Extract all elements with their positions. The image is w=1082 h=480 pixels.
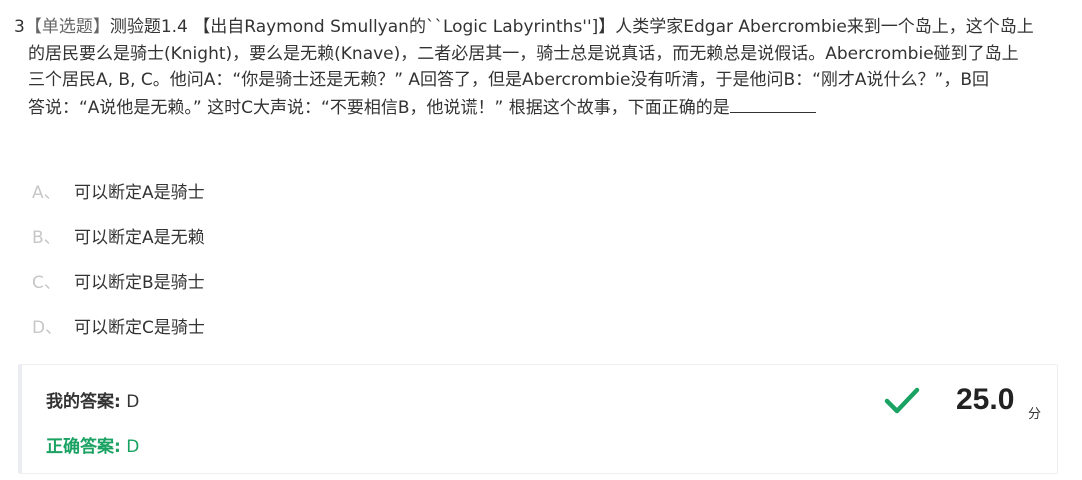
question-line-1: 3【单选题】测验题1.4 【出自Raymond Smullyan的``Logic…	[14, 14, 1054, 41]
question-line-3: 三个居民A, B, C。他问A：“你是骑士还是无赖？” A回答了，但是Aberc…	[28, 70, 990, 90]
option-c-letter: C、	[32, 273, 61, 293]
question-text: 3【单选题】测验题1.4 【出自Raymond Smullyan的``Logic…	[14, 14, 1054, 121]
answer-blank	[729, 94, 816, 113]
question-number: 3	[14, 17, 25, 37]
question-text-1: 测验题1.4 【出自Raymond Smullyan的``Logic Labyr…	[109, 17, 1034, 37]
options-list: A、 可以断定A是骑士 B、 可以断定A是无赖 C、 可以断定B是骑士 D、 可…	[32, 168, 205, 348]
option-b-text: 可以断定A是无赖	[74, 228, 205, 248]
score-value: 25.0	[956, 383, 1015, 416]
question-line-2: 的居民要么是骑士(Knight)，要么是无赖(Knave)，二者必居其一，骑士总…	[28, 43, 1019, 64]
option-c[interactable]: C、 可以断定B是骑士	[32, 258, 205, 303]
question-type-badge: 【单选题】	[24, 17, 110, 37]
correct-answer-row: 正确答案: D	[46, 432, 139, 457]
correct-answer-label: 正确答案:	[46, 437, 121, 457]
option-c-text: 可以断定B是骑士	[74, 273, 205, 293]
correct-answer-value: D	[126, 437, 140, 457]
option-d-letter: D、	[32, 318, 63, 338]
my-answer-row: 我的答案: D	[46, 387, 139, 412]
option-a-text: 可以断定A是骑士	[74, 183, 205, 203]
question-text-4: 答说：“A说他是无赖。” 这时C大声说：“不要相信B，他说谎！” 根据这个故事，…	[28, 97, 730, 118]
option-d-text: 可以断定C是骑士	[74, 318, 205, 338]
my-answer-value: D	[126, 392, 140, 412]
option-b-letter: B、	[32, 228, 61, 248]
my-answer-label: 我的答案:	[46, 392, 121, 412]
checkmark-icon	[884, 387, 920, 414]
option-b[interactable]: B、 可以断定A是无赖	[32, 213, 205, 258]
option-d[interactable]: D、 可以断定C是骑士	[32, 303, 205, 348]
question-line-4: 答说：“A说他是无赖。” 这时C大声说：“不要相信B，他说谎！” 根据这个故事，…	[14, 94, 1054, 122]
score-unit: 分	[1028, 407, 1042, 422]
option-a[interactable]: A、 可以断定A是骑士	[32, 168, 205, 213]
option-a-letter: A、	[32, 183, 61, 203]
answer-panel: 我的答案: D 正确答案: D 25.0 分	[18, 364, 1058, 474]
